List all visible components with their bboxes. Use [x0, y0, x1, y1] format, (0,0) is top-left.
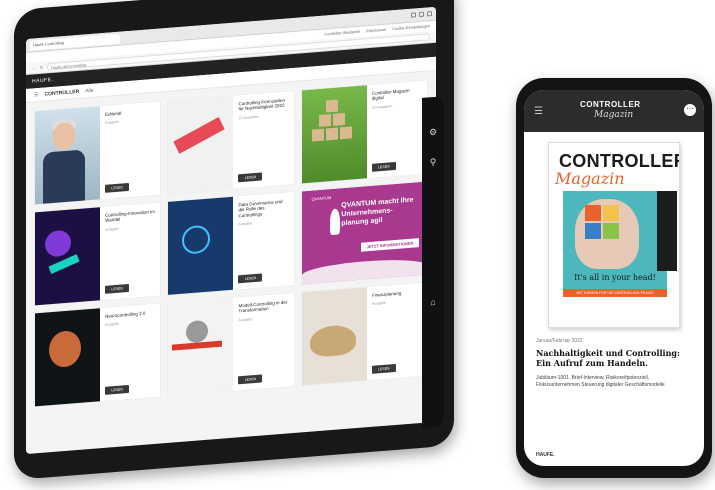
content-card[interactable]: Data Governance und die Rolle des Contro…: [167, 190, 295, 296]
read-button[interactable]: LESEN: [105, 283, 130, 294]
card-meta: 12 Ausgaben: [371, 104, 393, 110]
cover-script: Magazin: [555, 169, 625, 188]
card-title: Editorial: [105, 110, 122, 117]
card-meta: Ausgabe: [105, 226, 119, 232]
card-title: Controlling Kennzahlen für Nachhaltigkei…: [238, 97, 286, 112]
article-title[interactable]: Nachhaltigkeit und Controlling: Ein Aufr…: [536, 348, 692, 369]
read-button[interactable]: LESEN: [105, 182, 130, 193]
hamburger-icon[interactable]: ☰: [34, 92, 38, 98]
rocket-icon: [329, 208, 340, 236]
maximize-icon[interactable]: [419, 11, 424, 18]
puzzle-icon: [603, 223, 619, 239]
cover-bar: MIT THEMEN FÜR DIE CONTROLLING-PRAXIS: [563, 289, 667, 297]
reload-icon[interactable]: ↻: [40, 65, 43, 70]
close-icon[interactable]: [427, 11, 432, 17]
hamburger-icon[interactable]: ☰: [534, 106, 543, 117]
puzzle-icon: [585, 223, 601, 239]
card-meta: Ausgabe: [238, 221, 253, 227]
content-card[interactable]: Editorial Ausgabe LESEN: [34, 100, 162, 206]
promo-banner: QVANTUM QVANTUM macht Ihre Unternehmens-…: [301, 181, 427, 285]
neon-thumbnail: [35, 207, 101, 306]
content-card[interactable]: Controlling-Innovation im Wandel Ausgabe…: [34, 201, 162, 307]
tablet-side-toolbar: ⚙ ⚲ ⌂: [422, 96, 444, 428]
home-icon[interactable]: ⌂: [428, 297, 438, 308]
issue-date: Januar/Februar 2022: [536, 338, 583, 344]
card-title: Modell-Controlling in der Transformation: [238, 299, 288, 314]
read-button[interactable]: LESEN: [238, 273, 263, 284]
tablet-device: Haufe Controlling Controller Akademie Im…: [14, 0, 454, 481]
person-thumbnail: [35, 106, 101, 205]
read-button[interactable]: LESEN: [371, 161, 396, 172]
product-showcase: Haufe Controlling Controller Akademie Im…: [0, 0, 715, 490]
puzzle-icon: [603, 205, 619, 221]
header-logo-script: Magazin: [594, 110, 634, 120]
content-card[interactable]: Finanzplanung Ausgabe LESEN: [300, 281, 428, 387]
content-card[interactable]: Controlling Kennzahlen für Nachhaltigkei…: [167, 89, 295, 195]
header-logo: CONTROLLER: [580, 100, 641, 109]
read-button[interactable]: LESEN: [238, 374, 263, 385]
card-title: Neurocontrolling 2.0: [105, 310, 146, 319]
toplink-imprint[interactable]: Impressum: [366, 27, 386, 35]
tablet-screen: Haufe Controlling Controller Akademie Im…: [26, 6, 436, 455]
card-title: Finanzplanung: [371, 290, 402, 298]
promo-button[interactable]: JETZT INFORMATIONEN: [361, 238, 419, 252]
content-card[interactable]: Neurocontrolling 2.0 Ausgabe LESEN: [34, 302, 162, 408]
cloud-icon: [301, 256, 427, 285]
article-body: Januar/Februar 2022 Nachhaltigkeit und C…: [524, 328, 704, 399]
content-card[interactable]: Controller Magazin digital 12 Ausgaben L…: [300, 79, 428, 185]
article-description: Jubiläum-1001. Brief-Interview, Risikore…: [536, 374, 665, 388]
tech-thumbnail: [168, 196, 234, 295]
arrow-thumbnail: [168, 95, 234, 194]
read-button[interactable]: LESEN: [105, 384, 130, 395]
filter-crumb[interactable]: Alle: [85, 87, 93, 94]
back-icon[interactable]: ←: [32, 65, 36, 70]
mini-logo: CONTROLLER: [44, 88, 80, 98]
content-grid: Editorial Ausgabe LESEN Controlling Kenn…: [26, 71, 436, 416]
phone-footer-logo: HAUFE.: [536, 452, 555, 458]
sphere-thumbnail: [168, 297, 234, 396]
magazine-cover[interactable]: CONTROLLER Magazin It's all in your head…: [548, 142, 680, 328]
phone-header: ☰ CONTROLLER Magazin ⋯: [524, 90, 704, 132]
promo-card[interactable]: QVANTUM QVANTUM macht Ihre Unternehmens-…: [300, 180, 428, 286]
promo-title: QVANTUM macht Ihre Unternehmens-planung …: [341, 196, 414, 227]
phone-device: ☰ CONTROLLER Magazin ⋯ CONTROLLER Magazi…: [516, 78, 712, 478]
card-meta: Ausgabe: [238, 317, 253, 323]
content-card[interactable]: Modell-Controlling in der Transformation…: [167, 291, 295, 397]
grain-thumbnail: [301, 287, 367, 386]
card-meta: Ausgabe: [105, 120, 119, 126]
card-title: Data Governance und die Rolle des Contro…: [238, 198, 283, 219]
read-button[interactable]: LESEN: [371, 363, 396, 374]
more-icon[interactable]: ⋯: [684, 104, 696, 116]
browser-controls: [411, 11, 432, 18]
card-meta: Ausgabe: [105, 322, 119, 328]
minimize-icon[interactable]: [411, 12, 416, 18]
card-meta: Ausgabe: [371, 301, 386, 307]
gear-icon[interactable]: ⚙: [428, 127, 438, 138]
puzzle-icon: [585, 205, 601, 221]
phone-screen: ☰ CONTROLLER Magazin ⋯ CONTROLLER Magazi…: [524, 90, 704, 466]
search-icon[interactable]: ⚲: [428, 157, 438, 168]
read-button[interactable]: LESEN: [238, 172, 263, 183]
cubes-thumbnail: [301, 85, 367, 184]
card-title: Controller Magazin digital: [371, 87, 410, 102]
brain-thumbnail: [35, 308, 101, 407]
cover-tagline: It's all in your head!: [574, 273, 656, 282]
promo-logo: QVANTUM: [311, 195, 332, 202]
card-title: Controlling-Innovation im Wandel: [105, 208, 155, 224]
card-meta: 12 Ausgaben: [238, 114, 259, 121]
